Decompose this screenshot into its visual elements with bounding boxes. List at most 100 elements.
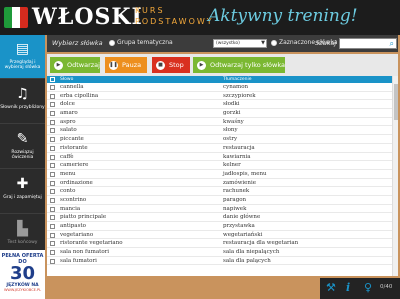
test-icon: ▙ xyxy=(17,221,28,237)
table-row[interactable]: sala non fumatori sala dla niepalących xyxy=(47,248,392,257)
translation-cell: szczypiorek xyxy=(223,92,256,99)
pause-button-label: Pauza xyxy=(122,61,142,69)
table-row[interactable]: ristorante restauracja xyxy=(47,144,392,153)
column-header-word[interactable]: Słowo xyxy=(60,76,73,83)
table-row[interactable]: piccante ostry xyxy=(47,135,392,144)
puzzle-icon: ✚ xyxy=(16,176,29,192)
translation-cell: danie główne xyxy=(223,214,261,221)
row-checkbox[interactable] xyxy=(50,163,55,169)
table-row[interactable]: salato słony xyxy=(47,126,392,136)
pause-button[interactable]: ❚❚ Pauza xyxy=(105,57,147,73)
row-checkbox[interactable] xyxy=(50,206,55,212)
table-row[interactable]: aspro kwaśny xyxy=(47,118,392,127)
row-checkbox[interactable] xyxy=(50,258,55,264)
table-row[interactable]: caffè kawiarnia xyxy=(47,153,392,162)
row-checkbox[interactable] xyxy=(50,232,55,238)
table-row[interactable]: piatto principale danie główne xyxy=(47,213,392,222)
stop-button[interactable]: ■ Stop xyxy=(152,57,190,73)
table-row[interactable]: amaro gorzki xyxy=(47,109,392,118)
group-radio-label: Grupa tematyczna xyxy=(117,39,173,46)
word-cell: cannella xyxy=(60,84,84,90)
row-checkbox[interactable] xyxy=(50,171,55,177)
sidebar-item-label: Graj i zapamiętuj xyxy=(3,195,42,200)
row-checkbox[interactable] xyxy=(50,119,55,125)
translation-cell: sala dla palących xyxy=(223,257,271,264)
table-row[interactable]: cannella cynamon xyxy=(47,83,392,92)
scrollbar-thumb[interactable] xyxy=(394,84,398,120)
category-select[interactable]: (wszystko) ▼ xyxy=(213,39,267,48)
row-checkbox[interactable] xyxy=(50,224,55,229)
row-checkbox[interactable] xyxy=(50,250,55,256)
play-button-label: Odtwarzaj xyxy=(67,61,100,69)
pause-icon: ❚❚ xyxy=(109,61,118,70)
sidebar-item-dictionary[interactable]: ♫ Słownik przybliżony xyxy=(0,80,45,124)
word-cell: menu xyxy=(60,170,76,177)
table-row[interactable]: antipasto przystawka xyxy=(47,222,392,231)
word-cell: scontrino xyxy=(60,196,87,203)
translation-cell: kawiarnia xyxy=(223,153,251,160)
translation-cell: kwaśny xyxy=(223,118,244,125)
table-row[interactable]: mancia napiwek xyxy=(47,205,392,214)
filter-label: Wybierz słówka xyxy=(52,39,103,47)
play-button[interactable]: ▶ Odtwarzaj xyxy=(50,57,100,73)
pencil-icon: ✎ xyxy=(16,131,29,147)
row-checkbox[interactable] xyxy=(50,215,55,221)
row-checkbox[interactable] xyxy=(50,197,55,203)
table-row[interactable]: erba cipollina szczypiorek xyxy=(47,92,392,101)
row-checkbox[interactable] xyxy=(50,189,55,195)
row-checkbox[interactable] xyxy=(50,93,55,99)
filter-bar: Wybierz słówka Grupa tematyczna (wszystk… xyxy=(47,35,398,52)
info-icon[interactable]: i xyxy=(346,281,350,295)
word-cell: dolce xyxy=(60,101,75,108)
row-checkbox[interactable] xyxy=(50,154,55,160)
promo-banner[interactable]: PEŁNA OFERTA DO 30 JĘZYKÓW NA WWW.JEZYKI… xyxy=(0,250,45,299)
row-checkbox[interactable] xyxy=(50,85,55,90)
tools-icon[interactable]: ⚒ xyxy=(326,281,336,295)
stop-button-label: Stop xyxy=(169,61,184,69)
sidebar-item-label: Rozwiązuj ćwiczenia xyxy=(11,150,34,160)
word-cell: antipasto xyxy=(60,223,86,229)
table-row[interactable]: ordinazione zamówienie xyxy=(47,179,392,188)
translation-cell: wegetariański xyxy=(223,231,263,238)
word-counter: 0/40 xyxy=(380,284,393,290)
group-radio[interactable] xyxy=(109,40,115,46)
table-row[interactable]: menu jadłospis, menu xyxy=(47,170,392,179)
list-icon: ▤ xyxy=(15,41,30,57)
search-input[interactable]: ⌕ xyxy=(339,38,397,49)
word-cell: sala fumatori xyxy=(60,257,97,264)
word-cell: caffè xyxy=(60,153,74,160)
column-header-translation[interactable]: Tłumaczenie xyxy=(223,76,252,83)
table-row[interactable]: sala fumatori sala dla palących xyxy=(47,257,392,266)
word-cell: cameriere xyxy=(60,162,89,169)
table-row[interactable]: vegetariano wegetariański xyxy=(47,231,392,240)
select-all-checkbox[interactable] xyxy=(50,77,55,82)
scrollbar[interactable] xyxy=(392,76,398,276)
row-checkbox[interactable] xyxy=(50,102,55,108)
play-selected-button[interactable]: ▶ Odtwarzaj tylko słówka xyxy=(193,57,285,73)
translation-cell: rachunek xyxy=(223,188,250,195)
word-cell: conto xyxy=(60,188,76,195)
row-checkbox[interactable] xyxy=(50,128,55,134)
sidebar-item-games[interactable]: ✚ Graj i zapamiętuj xyxy=(0,170,45,214)
table-row[interactable]: cameriere kelner xyxy=(47,161,392,170)
course-subtitle: KURS PODSTAWOWY xyxy=(135,5,214,27)
marked-radio[interactable] xyxy=(271,40,277,46)
search-icon[interactable]: ⌕ xyxy=(390,39,394,48)
table-row[interactable]: ristorante vegetariano restauracja dla we… xyxy=(47,239,392,249)
stop-icon: ■ xyxy=(156,61,165,70)
table-row[interactable]: dolce słodki xyxy=(47,100,392,110)
table-row[interactable]: scontrino paragon xyxy=(47,196,392,205)
word-cell: mancia xyxy=(60,205,81,212)
row-checkbox[interactable] xyxy=(50,180,55,186)
sidebar-item-exercises[interactable]: ✎ Rozwiązuj ćwiczenia xyxy=(0,125,45,169)
translation-cell: cynamon xyxy=(223,84,249,90)
lightbulb-icon[interactable]: ♀ xyxy=(364,281,372,295)
row-checkbox[interactable] xyxy=(50,241,55,247)
sidebar-item-label: Słownik przybliżony xyxy=(0,105,45,110)
row-checkbox[interactable] xyxy=(50,111,55,117)
row-checkbox[interactable] xyxy=(50,137,55,143)
sidebar-item-browse[interactable]: ▤ Przeglądaj i wybieraj słówka xyxy=(0,35,45,79)
table-row[interactable]: conto rachunek xyxy=(47,187,392,196)
row-checkbox[interactable] xyxy=(50,145,55,151)
play-icon: ▶ xyxy=(197,61,206,70)
